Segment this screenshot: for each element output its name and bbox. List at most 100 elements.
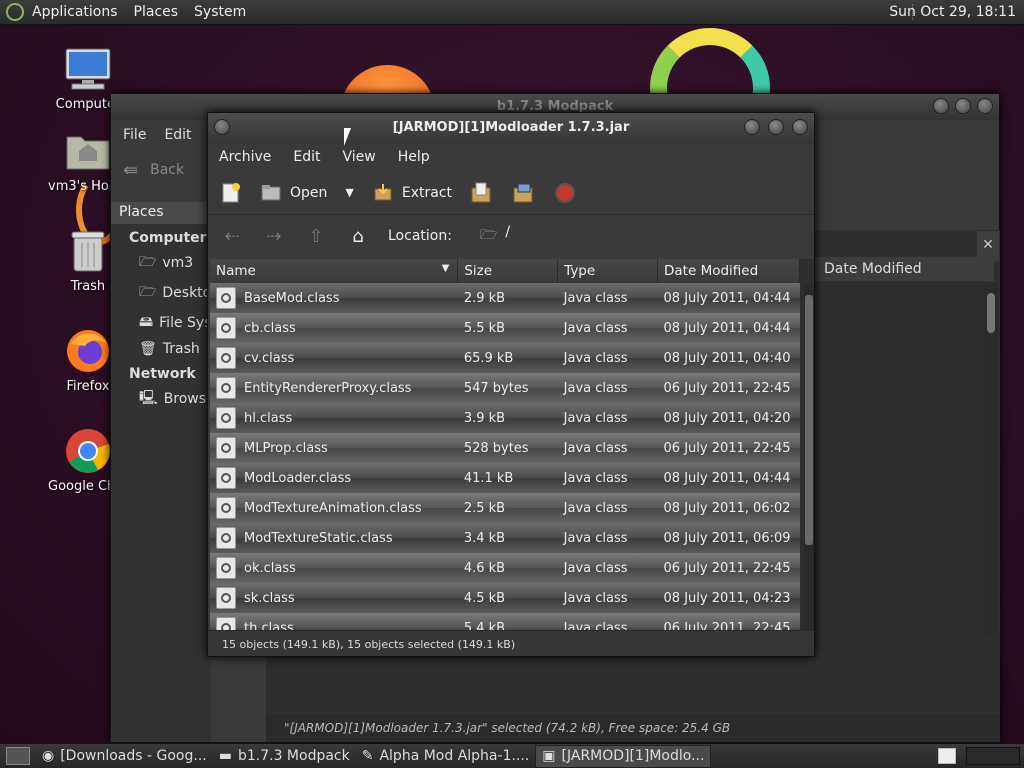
file-name-cell: ModTextureStatic.class — [210, 523, 458, 553]
taskbar-item[interactable]: ▣ [JARMOD][1]Modlo... — [535, 744, 712, 768]
column-header-date-modified[interactable]: Date Modified — [814, 257, 994, 281]
system-menu[interactable]: System — [186, 4, 254, 20]
menu-edit[interactable]: Edit — [164, 127, 191, 143]
menu-archive[interactable]: Archive — [219, 149, 271, 165]
window-menu-button[interactable] — [214, 119, 230, 139]
bottom-panel: ◉ [Downloads - Goog... ▬ b1.7.3 Modpack ✎ Alp… — [0, 743, 1024, 768]
location-field[interactable]: 🗁 / — [480, 224, 510, 248]
archive-manager-window[interactable]: [JARMOD][1]Modloader 1.7.3.jar Archive E… — [207, 112, 815, 657]
menu-view[interactable]: View — [343, 149, 376, 165]
scrollbar-thumb[interactable] — [987, 293, 995, 333]
menu-help[interactable]: Help — [398, 149, 430, 165]
sidebar-item-browse-network[interactable]: 🖳 Browse Network — [111, 384, 211, 414]
sidebar-item-vm3[interactable]: 🗁 vm3 — [111, 248, 211, 278]
sidebar-item-trash[interactable]: 🗑 Trash — [111, 338, 211, 360]
table-row[interactable]: ModTextureStatic.class 3.4 kB Java class 08… — [210, 523, 800, 553]
taskbar-item[interactable]: ◉ [Downloads - Goog... — [36, 745, 213, 768]
taskbar-item[interactable]: ✎ Alpha Mod Alpha-1.... — [356, 745, 536, 768]
add-files-icon — [471, 182, 491, 202]
file-date-cell: 06 July 2011, 22:45 — [657, 433, 800, 463]
table-row[interactable]: MLProp.class 528 bytes Java class 06 July 2… — [210, 433, 800, 463]
column-header-name[interactable]: Name ▼ — [210, 259, 459, 283]
sidebar-item-filesystem[interactable]: 🖴 File System — [111, 308, 211, 338]
column-header-date-modified[interactable]: Date Modified — [657, 259, 800, 283]
file-size-cell: 4.5 kB — [457, 583, 558, 613]
minimize-button[interactable] — [933, 98, 949, 114]
file-date-cell: 08 July 2011, 04:20 — [657, 403, 800, 433]
home-icon[interactable]: ⌂ — [346, 226, 370, 247]
workspace-switcher-icon[interactable] — [938, 748, 956, 764]
back-arrow-icon[interactable]: ⇚ — [123, 160, 138, 181]
java-class-file-icon — [216, 527, 236, 549]
file-type-cell: Java class — [557, 283, 658, 313]
sidebar: Places Computer 🗁 vm3 🗁 Desktop 🖴 File Syst… — [111, 202, 211, 742]
window-controls — [933, 98, 993, 114]
file-date-cell: 08 July 2011, 04:44 — [657, 463, 800, 493]
maximize-button[interactable] — [768, 119, 784, 135]
show-desktop-icon[interactable] — [6, 747, 30, 765]
minimize-button[interactable] — [744, 119, 760, 135]
window-titlebar[interactable]: [JARMOD][1]Modloader 1.7.3.jar — [208, 113, 814, 143]
extract-button[interactable]: Extract — [372, 183, 452, 203]
places-header[interactable]: Places — [111, 202, 211, 224]
forward-arrow-icon[interactable]: ⇢ — [262, 226, 286, 247]
table-row[interactable]: cb.class 5.5 kB Java class 08 July 2011, 04… — [210, 313, 800, 343]
back-button[interactable]: Back — [150, 162, 184, 178]
distro-logo-icon[interactable] — [6, 3, 24, 21]
taskbar-item[interactable]: ▬ b1.7.3 Modpack — [213, 745, 356, 768]
java-class-file-icon — [216, 377, 236, 399]
java-class-file-icon — [216, 407, 236, 429]
taskbar-item-label: b1.7.3 Modpack — [237, 748, 350, 764]
column-header-size[interactable]: Size — [457, 259, 559, 283]
table-row[interactable]: hl.class 3.9 kB Java class 08 July 2011, 04… — [210, 403, 800, 433]
up-arrow-icon[interactable]: ⇧ — [304, 226, 328, 247]
folder-icon: 🗁 — [479, 227, 498, 243]
add-folder-button[interactable] — [512, 182, 536, 204]
table-row[interactable]: ModLoader.class 41.1 kB Java class 08 July … — [210, 463, 800, 493]
menu-file[interactable]: File — [123, 127, 146, 143]
column-header-type[interactable]: Type — [557, 259, 659, 283]
sidebar-item-label: Trash — [162, 341, 200, 357]
file-rows: BaseMod.class 2.9 kB Java class 08 July 201… — [210, 283, 800, 632]
new-archive-button[interactable] — [220, 182, 242, 204]
table-row[interactable]: ok.class 4.6 kB Java class 06 July 2011, 22… — [210, 553, 800, 583]
applications-menu[interactable]: Applications — [24, 4, 126, 20]
table-row[interactable]: EntityRendererProxy.class 547 bytes Java c… — [210, 373, 800, 403]
file-type-cell: Java class — [557, 313, 658, 343]
archive-icon: ▣ — [542, 748, 556, 764]
file-date-cell: 08 July 2011, 06:02 — [657, 493, 800, 523]
sidebar-item-desktop[interactable]: 🗁 Desktop — [111, 278, 211, 308]
file-name: BaseMod.class — [244, 290, 340, 306]
clock[interactable]: Sun Oct 29, 18:11 — [889, 4, 1016, 20]
trash-icon: 🗑 — [139, 341, 157, 357]
back-arrow-icon[interactable]: ⇠ — [220, 226, 244, 247]
file-date-cell: 08 July 2011, 04:44 — [657, 313, 800, 343]
java-class-file-icon — [216, 437, 236, 459]
open-button[interactable]: Open ▼ — [260, 183, 354, 203]
file-name: ok.class — [244, 560, 296, 576]
file-list[interactable]: Name ▼ Size Type Date Modified BaseMod.c… — [210, 259, 814, 632]
table-row[interactable]: sk.class 4.5 kB Java class 08 July 2011, 04… — [210, 583, 800, 613]
scrollbar-thumb[interactable] — [805, 295, 813, 545]
table-row[interactable]: cv.class 65.9 kB Java class 08 July 2011, 0… — [210, 343, 800, 373]
file-name: MLProp.class — [244, 440, 328, 456]
stop-button[interactable] — [554, 182, 576, 204]
vertical-scrollbar[interactable] — [984, 283, 998, 633]
menu-edit[interactable]: Edit — [293, 149, 320, 165]
places-menu[interactable]: Places — [126, 4, 187, 20]
open-label: Open — [290, 184, 328, 201]
open-dropdown-icon[interactable]: ▼ — [345, 186, 353, 199]
sidebar-item-label: File System — [159, 315, 211, 331]
workspace-switcher-icon[interactable] — [966, 747, 1020, 765]
table-row[interactable]: ModTextureAnimation.class 2.5 kB Java clas… — [210, 493, 800, 523]
table-row[interactable]: BaseMod.class 2.9 kB Java class 08 July 201… — [210, 283, 800, 313]
file-date-cell: 08 July 2011, 04:44 — [657, 283, 800, 313]
close-button[interactable] — [977, 98, 993, 114]
file-type-cell: Java class — [557, 433, 658, 463]
add-files-button[interactable] — [470, 182, 494, 204]
maximize-button[interactable] — [955, 98, 971, 114]
vertical-scrollbar[interactable] — [804, 283, 814, 632]
file-date-cell: 08 July 2011, 04:40 — [657, 343, 800, 373]
close-button[interactable] — [792, 119, 808, 135]
file-type-cell: Java class — [557, 373, 658, 403]
